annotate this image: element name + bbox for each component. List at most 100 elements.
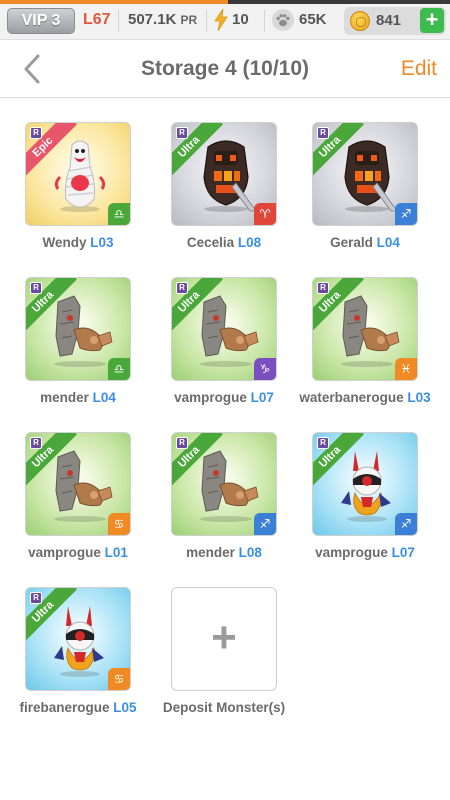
monster-label: vamprogue L01: [5, 544, 151, 562]
monster-level: L07: [391, 545, 415, 560]
gold-panel: 841 +: [344, 7, 446, 35]
element-icon: ♎: [108, 203, 130, 225]
monster-label: waterbanerogue L03: [292, 389, 438, 407]
monster-level: L03: [407, 390, 431, 405]
page-title: Storage 4 (10/10): [140, 57, 310, 80]
element-icon: ♑: [254, 358, 276, 380]
rank-badge: R: [176, 437, 188, 449]
lightning-icon: [214, 9, 228, 31]
knight-art: [190, 137, 262, 213]
power-unit: PR: [180, 13, 198, 27]
monster-label: mender L08: [151, 544, 297, 562]
element-icon: ♋: [108, 513, 130, 535]
bunny-art: [331, 447, 403, 523]
monster-label: Wendy L03: [5, 234, 151, 252]
golem-art: [44, 447, 116, 523]
monster-card[interactable]: Ultra R ♋: [25, 587, 131, 691]
monster-card[interactable]: Ultra R ♋: [25, 432, 131, 536]
monster-card[interactable]: Ultra R ♎: [25, 277, 131, 381]
rank-badge: R: [317, 282, 329, 294]
monster-name: vamprogue: [315, 545, 392, 560]
rank-badge: R: [30, 282, 42, 294]
golem-art: [331, 292, 403, 368]
gold-count: 841: [376, 12, 402, 29]
element-icon: ♐: [395, 513, 417, 535]
monster-label: Cecelia L08: [151, 234, 297, 252]
element-icon: ♋: [108, 668, 130, 690]
deposit-label: Deposit Monster(s): [162, 700, 286, 715]
monster-name: mender: [186, 545, 239, 560]
rank-badge: R: [176, 127, 188, 139]
rank-badge: R: [317, 437, 329, 449]
divider: [206, 10, 207, 32]
player-level: L67: [83, 11, 111, 28]
divider: [118, 10, 119, 32]
back-chevron-icon[interactable]: [20, 54, 44, 84]
vip-badge[interactable]: VIP 3: [7, 8, 75, 34]
bunny-art: [44, 602, 116, 678]
rank-badge: R: [30, 592, 42, 604]
monster-card[interactable]: Ultra R ♐: [171, 432, 277, 536]
monster-card[interactable]: Ultra R ♈: [171, 122, 277, 226]
monster-label: mender L04: [5, 389, 151, 407]
paw-icon: [272, 9, 294, 31]
monster-level: L01: [104, 545, 128, 560]
rank-badge: R: [30, 437, 42, 449]
monster-grid: Epic R ♎ Wendy L03 Ultra R ♈ Cecelia L08 Ultra R ♐…: [0, 98, 450, 738]
monster-name: firebanerogue: [19, 700, 114, 715]
element-icon: ♈: [254, 203, 276, 225]
golem-art: [190, 292, 262, 368]
monster-slot[interactable]: Ultra R ♋ vamprogue L01: [5, 432, 145, 562]
monster-card[interactable]: Ultra R ♓: [312, 277, 418, 381]
monster-level: L04: [92, 390, 116, 405]
monster-slot[interactable]: Epic R ♎ Wendy L03: [5, 122, 145, 252]
rank-badge: R: [317, 127, 329, 139]
energy-count: 10: [232, 11, 249, 28]
deposit-monster-button[interactable]: +: [171, 587, 277, 691]
monster-card[interactable]: Ultra R ♑: [171, 277, 277, 381]
add-gold-button[interactable]: +: [420, 8, 444, 33]
monster-level: L08: [237, 235, 262, 250]
monster-slot[interactable]: Ultra R ♐ mender L08: [151, 432, 291, 562]
monster-name: Wendy: [42, 235, 91, 250]
monster-name: waterbanerogue: [299, 390, 408, 405]
monster-name: vamprogue: [28, 545, 105, 560]
element-icon: ♓: [395, 358, 417, 380]
monster-slot[interactable]: Ultra R ♋ firebanerogue L05: [5, 587, 145, 717]
monster-label: vamprogue L07: [292, 544, 438, 562]
element-icon: ♐: [395, 203, 417, 225]
monster-name: Cecelia: [186, 235, 238, 250]
monster-slot[interactable]: Ultra R ♐ vamprogue L07: [292, 432, 432, 562]
monster-level: L07: [250, 390, 274, 405]
power-value: 507.1K: [128, 11, 177, 28]
deposit-slot[interactable]: + Deposit Monster(s): [151, 587, 291, 717]
coin-icon: [350, 11, 370, 31]
golem-art: [44, 292, 116, 368]
monster-slot[interactable]: Ultra R ♐ Gerald L04: [292, 122, 432, 252]
monster-level: L05: [113, 700, 137, 715]
mummy-art: [44, 137, 116, 213]
monster-slot[interactable]: Ultra R ♑ vamprogue L07: [151, 277, 291, 407]
monster-label: firebanerogue L05: [5, 699, 151, 717]
monster-level: L04: [376, 235, 400, 250]
monster-card[interactable]: Ultra R ♐: [312, 122, 418, 226]
plus-icon: +: [211, 613, 237, 662]
monster-slot[interactable]: Ultra R ♓ waterbanerogue L03: [292, 277, 432, 407]
edit-button[interactable]: Edit: [401, 55, 437, 83]
golem-art: [190, 447, 262, 523]
monster-level: L03: [90, 235, 114, 250]
element-icon: ♎: [108, 358, 130, 380]
rank-badge: R: [176, 282, 188, 294]
monster-card[interactable]: Epic R ♎: [25, 122, 131, 226]
monster-card[interactable]: Ultra R ♐: [312, 432, 418, 536]
status-bar: VIP 3 L67 507.1K PR 10 65K 841 +: [0, 0, 450, 40]
power-rating: 507.1K PR: [128, 10, 197, 30]
monster-slot[interactable]: Ultra R ♈ Cecelia L08: [151, 122, 291, 252]
rank-badge: R: [30, 127, 42, 139]
knight-art: [331, 137, 403, 213]
element-icon: ♐: [254, 513, 276, 535]
monster-slot[interactable]: Ultra R ♎ mender L04: [5, 277, 145, 407]
divider: [264, 10, 265, 32]
monster-name: Gerald: [330, 235, 377, 250]
monster-label: Gerald L04: [292, 234, 438, 252]
